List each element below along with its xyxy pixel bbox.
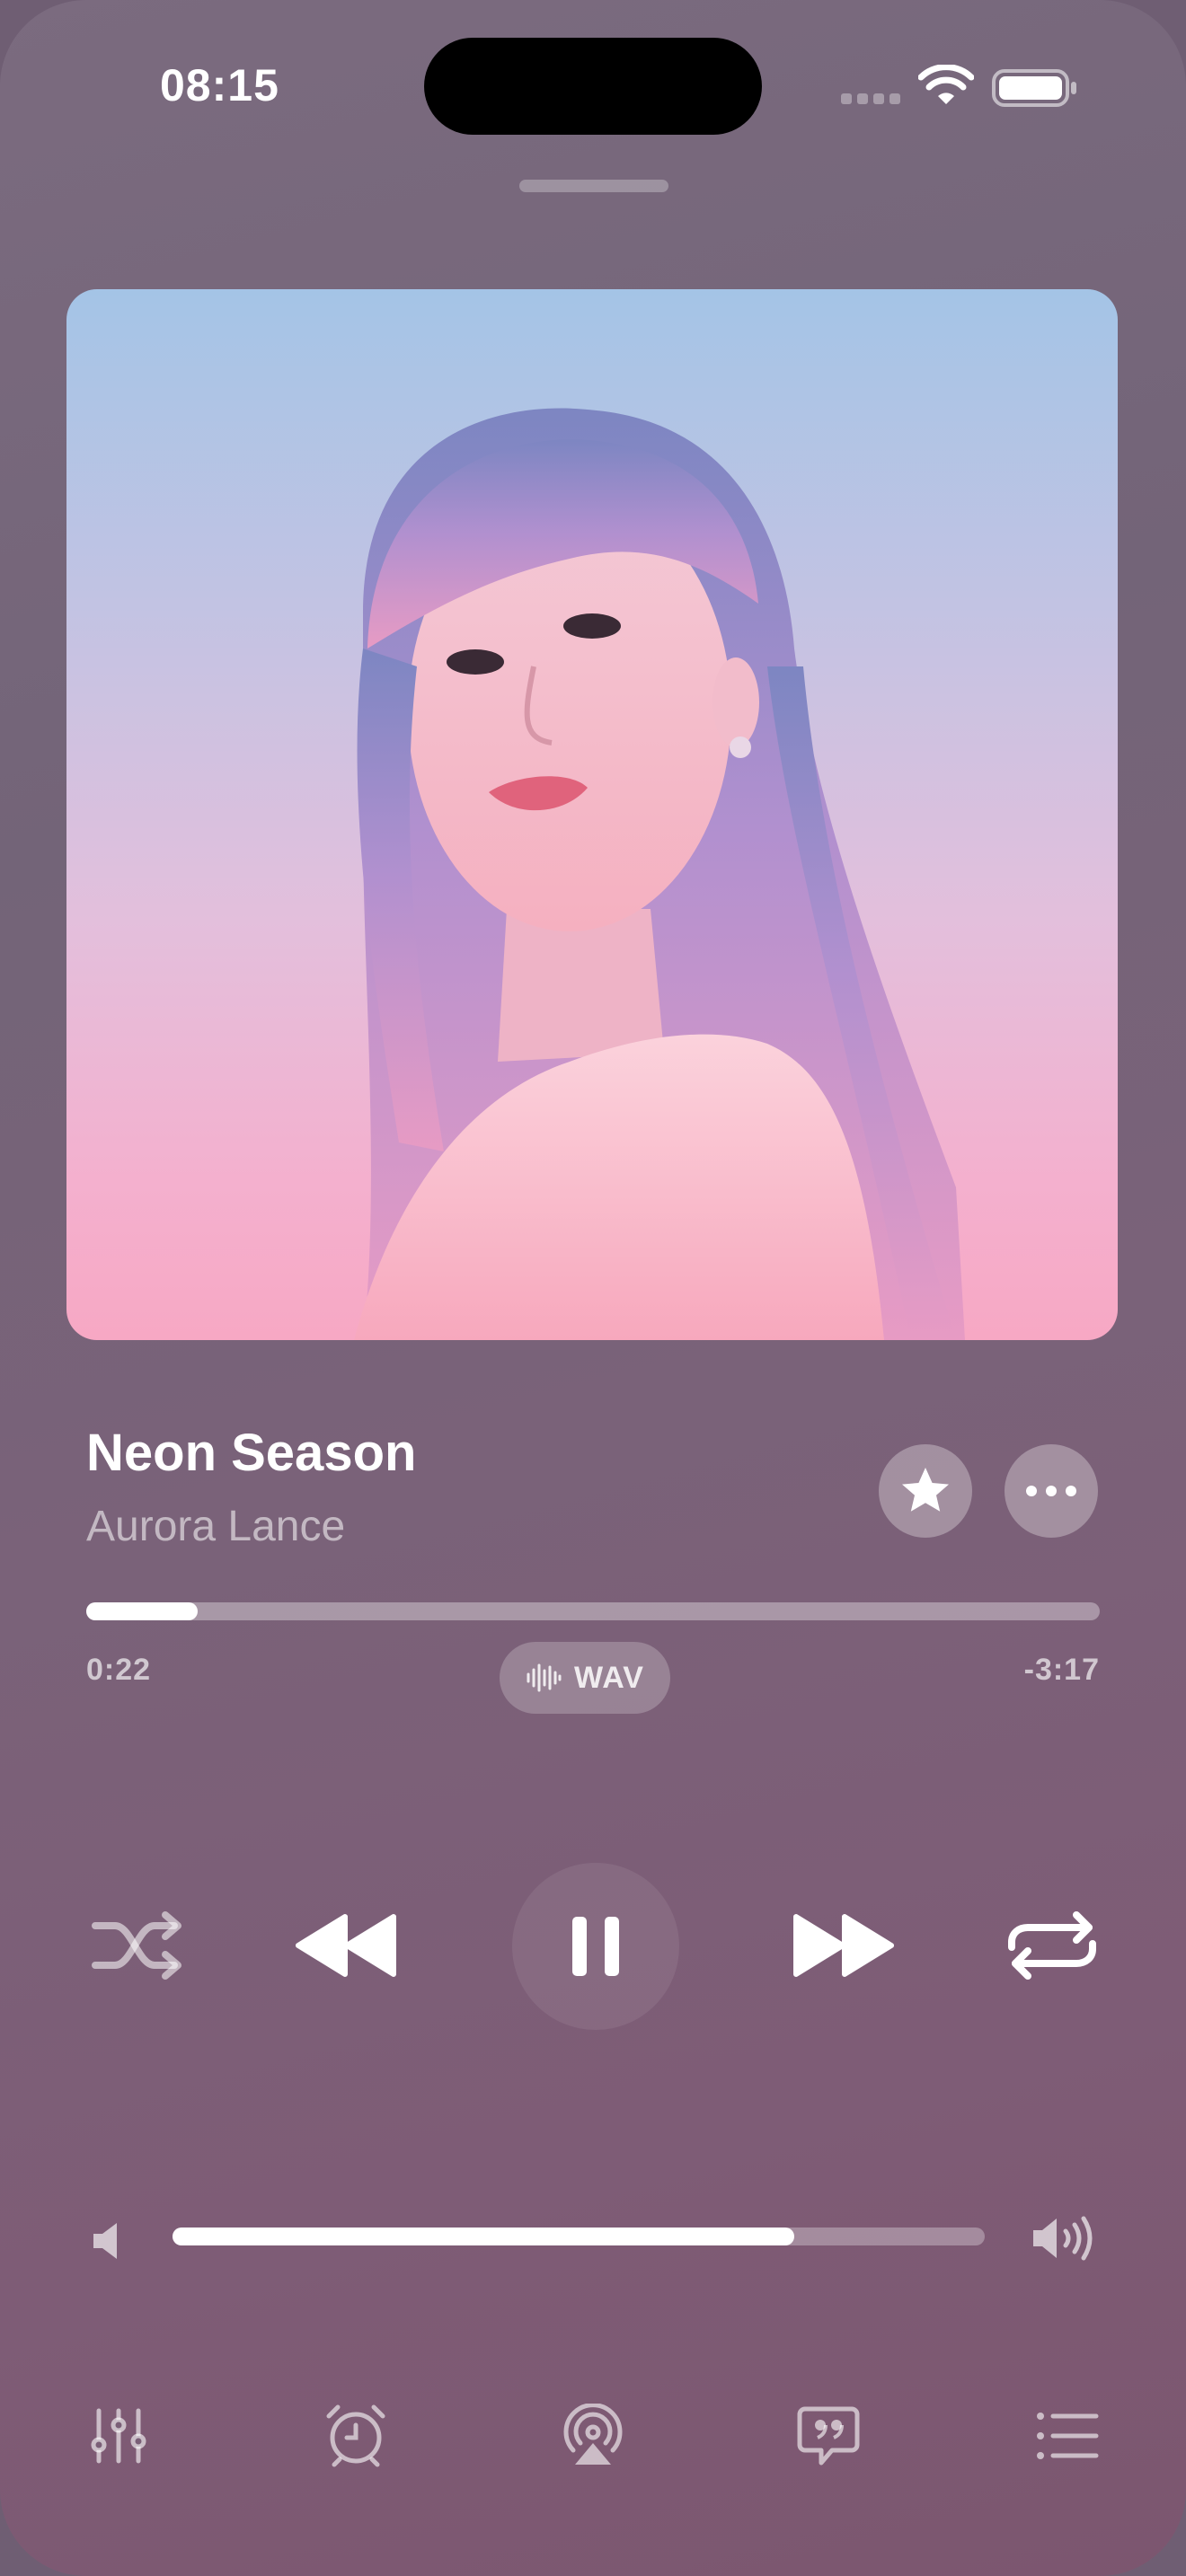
wifi-icon [918, 65, 974, 104]
audio-format-badge[interactable]: WAV [500, 1642, 670, 1714]
airplay-icon [563, 2404, 623, 2465]
pause-icon [572, 1917, 619, 1976]
fast-forward-icon [793, 1914, 894, 1977]
star-icon [902, 1468, 949, 1512]
artwork-portrait-image [354, 408, 965, 1340]
playback-scrubber[interactable] [86, 1602, 1100, 1620]
now-playing-screen: 08:15 Neon Season Aurora Lance 0:22 -3:1… [0, 0, 1186, 2576]
pause-button[interactable] [512, 1863, 679, 2030]
track-title: Neon Season [86, 1424, 417, 1482]
airplay-button[interactable] [557, 2400, 629, 2472]
playback-progress-fill [86, 1602, 199, 1620]
elapsed-time: 0:22 [86, 1653, 152, 1687]
volume-level-fill [173, 2228, 794, 2245]
audio-format-label: WAV [574, 1660, 644, 1695]
alarm-clock-icon [326, 2404, 385, 2467]
battery-icon [992, 69, 1076, 107]
track-artist[interactable]: Aurora Lance [86, 1502, 345, 1551]
ellipsis-icon [1026, 1486, 1076, 1496]
equalizer-button[interactable] [83, 2400, 155, 2472]
waveform-icon [527, 1663, 562, 1692]
queue-icon [1037, 2413, 1099, 2459]
volume-low-icon [93, 2223, 117, 2259]
fast-forward-button[interactable] [789, 1910, 897, 1981]
remaining-time: -3:17 [1023, 1653, 1100, 1687]
album-artwork [66, 289, 1118, 1340]
rewind-icon [296, 1914, 396, 1977]
favorite-button[interactable] [879, 1444, 972, 1538]
lyrics-button[interactable] [792, 2400, 864, 2472]
lyrics-icon [797, 2406, 860, 2466]
shuffle-icon [92, 1911, 181, 1980]
dynamic-island [424, 38, 762, 135]
queue-button[interactable] [1031, 2400, 1103, 2472]
shuffle-button[interactable] [90, 1908, 185, 1983]
repeat-icon [1008, 1911, 1096, 1980]
rewind-button[interactable] [293, 1910, 401, 1981]
volume-high-icon [1033, 2216, 1093, 2261]
equalizer-icon [91, 2408, 146, 2464]
volume-slider[interactable] [173, 2228, 985, 2245]
status-time: 08:15 [160, 60, 279, 110]
cellular-signal-icon [841, 93, 900, 106]
sleep-timer-button[interactable] [320, 2400, 392, 2472]
more-options-button[interactable] [1005, 1444, 1098, 1538]
repeat-button[interactable] [1003, 1908, 1102, 1983]
sheet-grabber[interactable] [519, 180, 668, 192]
